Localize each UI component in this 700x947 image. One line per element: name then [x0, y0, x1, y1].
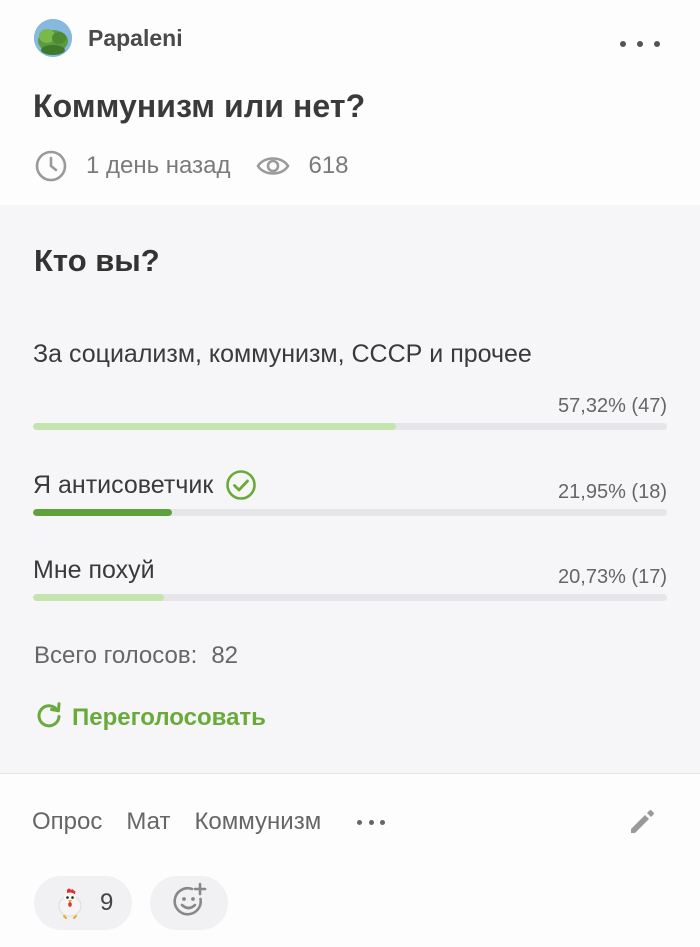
refresh-icon [34, 701, 64, 736]
pencil-icon[interactable] [626, 806, 658, 838]
poll-option-bar [33, 423, 667, 430]
poll-option-percent: 20,73% (17) [558, 566, 667, 588]
add-reaction-button[interactable] [150, 876, 228, 930]
post-meta: 1 день назад 618 [34, 148, 349, 184]
poll: Кто вы? За социализм, коммунизм, СССР и … [0, 205, 700, 773]
divider [0, 773, 700, 774]
tag-item[interactable]: Опрос [32, 808, 102, 836]
add-emoji-icon [170, 882, 208, 925]
more-dots-icon[interactable] [620, 34, 660, 54]
poll-option-bar-fill [33, 509, 173, 516]
tag-item[interactable]: Коммунизм [194, 808, 321, 836]
poll-option-label: Я антисоветчик [33, 471, 214, 499]
total-votes-value: 82 [211, 642, 239, 669]
check-circle-icon [225, 469, 257, 501]
view-count: 618 [308, 152, 349, 179]
tag-item[interactable]: Мат [126, 808, 170, 836]
reaction-count: 9 [100, 889, 114, 916]
post-title[interactable]: Коммунизм или нет? [33, 88, 365, 125]
poll-option-bar-fill [33, 423, 397, 430]
poll-option-percent: 21,95% (18) [558, 481, 667, 503]
tag-list: Опрос Мат Коммунизм [32, 804, 386, 840]
total-votes: Всего голосов: 82 [34, 642, 238, 670]
poll-option-percent: 57,32% (47) [558, 395, 667, 417]
poll-option-label: За социализм, коммунизм, СССР и прочее [33, 340, 532, 368]
reaction-rooster-button[interactable]: 9 [34, 876, 132, 930]
revote-label: Переголосовать [72, 704, 266, 731]
author-block[interactable]: Papaleni [34, 18, 183, 58]
rooster-icon [54, 887, 86, 919]
clock-icon [34, 149, 68, 183]
more-tags-icon[interactable] [357, 819, 386, 825]
total-votes-label: Всего голосов: [34, 642, 198, 669]
revote-button[interactable]: Переголосовать [34, 701, 266, 735]
poll-option[interactable]: За социализм, коммунизм, СССР и прочее 5… [33, 331, 667, 435]
poll-option[interactable]: Я антисоветчик 21,95% (18) [33, 462, 667, 522]
author-name[interactable]: Papaleni [88, 25, 183, 52]
eye-icon [256, 149, 291, 183]
poll-option-bar-fill [33, 594, 165, 601]
post-time: 1 день назад [86, 152, 231, 179]
poll-question: Кто вы? [34, 243, 160, 278]
poll-option-bar [33, 594, 667, 601]
poll-option-bar [33, 509, 667, 516]
post-card: Papaleni Коммунизм или нет? 1 день назад… [0, 0, 700, 947]
avatar[interactable] [34, 19, 72, 57]
poll-option[interactable]: Мне похуй 20,73% (17) [33, 547, 667, 607]
